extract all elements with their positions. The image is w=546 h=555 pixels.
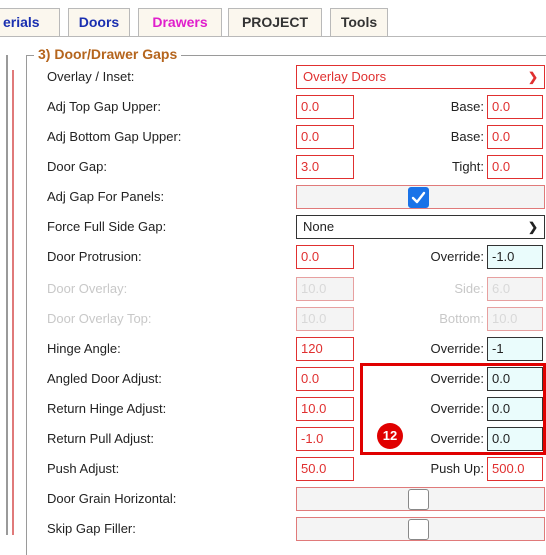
- hinge-angle-label: Hinge Angle:: [47, 341, 121, 356]
- force-side-gap-select[interactable]: None ❯: [296, 215, 545, 239]
- door-grain-horizontal-checkbox[interactable]: [408, 489, 429, 510]
- tab-project[interactable]: PROJECT: [228, 8, 322, 36]
- door-overlay-bottom-input: 10.0: [487, 307, 543, 331]
- section-legend: 3) Door/Drawer Gaps: [34, 46, 182, 62]
- return-hinge-adjust-label: Return Hinge Adjust:: [47, 401, 167, 416]
- overlay-inset-value: Overlay Doors: [303, 69, 387, 84]
- annotation-badge: 12: [377, 423, 403, 449]
- door-overlay-top-input: 10.0: [296, 307, 354, 331]
- hinge-angle-input[interactable]: 120: [296, 337, 354, 361]
- adj-top-gap-input[interactable]: 0.0: [296, 95, 354, 119]
- hinge-angle-override-input[interactable]: -1: [487, 337, 543, 361]
- push-adjust-label: Push Adjust:: [47, 461, 120, 476]
- tab-drawers[interactable]: Drawers: [138, 8, 222, 36]
- force-side-gap-value: None: [303, 219, 335, 234]
- door-protrusion-input[interactable]: 0.0: [296, 245, 354, 269]
- adj-bottom-base-input[interactable]: 0.0: [487, 125, 543, 149]
- force-side-gap-label: Force Full Side Gap:: [47, 219, 167, 234]
- tight-label: Tight:: [451, 159, 484, 174]
- row-door-grain-horizontal: Door Grain Horizontal:: [0, 484, 546, 514]
- return-pull-adjust-label: Return Pull Adjust:: [47, 431, 154, 446]
- row-skip-gap-filler: Skip Gap Filler:: [0, 514, 546, 544]
- chevron-down-icon: ❯: [527, 220, 538, 234]
- row-door-gap: Door Gap: 3.0 Tight: 0.0: [0, 152, 546, 182]
- override-label: Override:: [430, 249, 484, 264]
- tab-materials[interactable]: erials: [0, 8, 60, 36]
- door-overlay-top-label: Door Overlay Top:: [47, 311, 152, 326]
- angled-door-adjust-label: Angled Door Adjust:: [47, 371, 162, 386]
- angled-door-adjust-input[interactable]: 0.0: [296, 367, 354, 391]
- row-adj-bottom-gap: Adj Bottom Gap Upper: 0.0 Base: 0.0: [0, 122, 546, 152]
- row-push-adjust: Push Adjust: 50.0 Push Up: 500.0: [0, 454, 546, 484]
- row-door-protrusion: Door Protrusion: 0.0 Override: -1.0: [0, 242, 546, 272]
- push-up-label: Push Up:: [430, 461, 484, 476]
- door-grain-horizontal-label: Door Grain Horizontal:: [47, 491, 177, 506]
- adj-top-gap-label: Adj Top Gap Upper:: [47, 99, 161, 114]
- row-hinge-angle: Hinge Angle: 120 Override: -1: [0, 334, 546, 364]
- tab-tools[interactable]: Tools: [330, 8, 388, 36]
- base-label: Base:: [450, 99, 484, 114]
- return-pull-adjust-input[interactable]: -1.0: [296, 427, 354, 451]
- push-adjust-input[interactable]: 50.0: [296, 457, 354, 481]
- door-protrusion-label: Door Protrusion:: [47, 249, 142, 264]
- row-adj-gap-panels: Adj Gap For Panels:: [0, 182, 546, 212]
- overlay-inset-label: Overlay / Inset:: [47, 69, 135, 84]
- tab-doors[interactable]: Doors: [68, 8, 130, 36]
- bottom-label: Bottom:: [439, 311, 484, 326]
- row-adj-top-gap: Adj Top Gap Upper: 0.0 Base: 0.0: [0, 92, 546, 122]
- override-label: Override:: [430, 341, 484, 356]
- door-overlay-input: 10.0: [296, 277, 354, 301]
- adj-gap-panels-checkbox[interactable]: [408, 187, 429, 208]
- return-hinge-adjust-input[interactable]: 10.0: [296, 397, 354, 421]
- row-door-overlay: Door Overlay: 10.0 Side: 6.0: [0, 274, 546, 304]
- door-overlay-side-input: 6.0: [487, 277, 543, 301]
- tab-divider: [0, 36, 546, 37]
- adj-gap-panels-label: Adj Gap For Panels:: [47, 189, 165, 204]
- checkmark-icon: [411, 191, 426, 204]
- door-gap-input[interactable]: 3.0: [296, 155, 354, 179]
- chevron-down-icon: ❯: [527, 70, 538, 84]
- base-label: Base:: [450, 129, 484, 144]
- row-door-overlay-top: Door Overlay Top: 10.0 Bottom: 10.0: [0, 304, 546, 334]
- adj-bottom-gap-label: Adj Bottom Gap Upper:: [47, 129, 182, 144]
- door-gap-tight-input[interactable]: 0.0: [487, 155, 543, 179]
- row-overlay-inset: Overlay / Inset: Overlay Doors ❯: [0, 62, 546, 92]
- overlay-inset-select[interactable]: Overlay Doors ❯: [296, 65, 545, 89]
- door-protrusion-override-input[interactable]: -1.0: [487, 245, 543, 269]
- door-gap-label: Door Gap:: [47, 159, 107, 174]
- adj-top-base-input[interactable]: 0.0: [487, 95, 543, 119]
- skip-gap-filler-checkbox[interactable]: [408, 519, 429, 540]
- door-overlay-label: Door Overlay:: [47, 281, 128, 296]
- adj-bottom-gap-input[interactable]: 0.0: [296, 125, 354, 149]
- tab-bar: erials Doors Drawers PROJECT Tools: [0, 8, 546, 36]
- push-up-input[interactable]: 500.0: [487, 457, 543, 481]
- row-force-side-gap: Force Full Side Gap: None ❯: [0, 212, 546, 242]
- skip-gap-filler-label: Skip Gap Filler:: [47, 521, 136, 536]
- side-label: Side:: [454, 281, 484, 296]
